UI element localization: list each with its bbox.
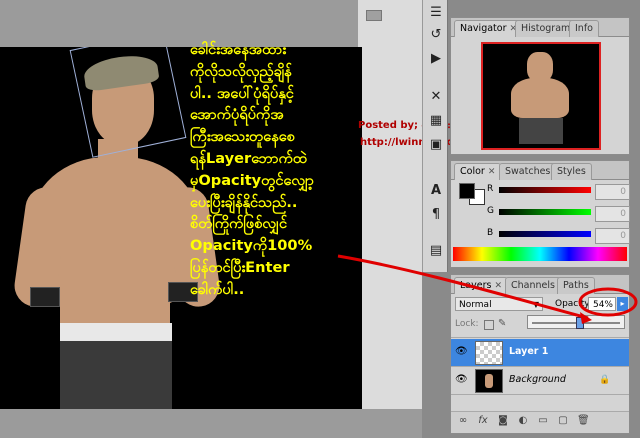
annotation-overlay <box>337 254 638 324</box>
annotation-arrow <box>337 254 589 320</box>
annotation-arrowhead <box>580 312 592 324</box>
annotation-circle <box>578 287 638 317</box>
